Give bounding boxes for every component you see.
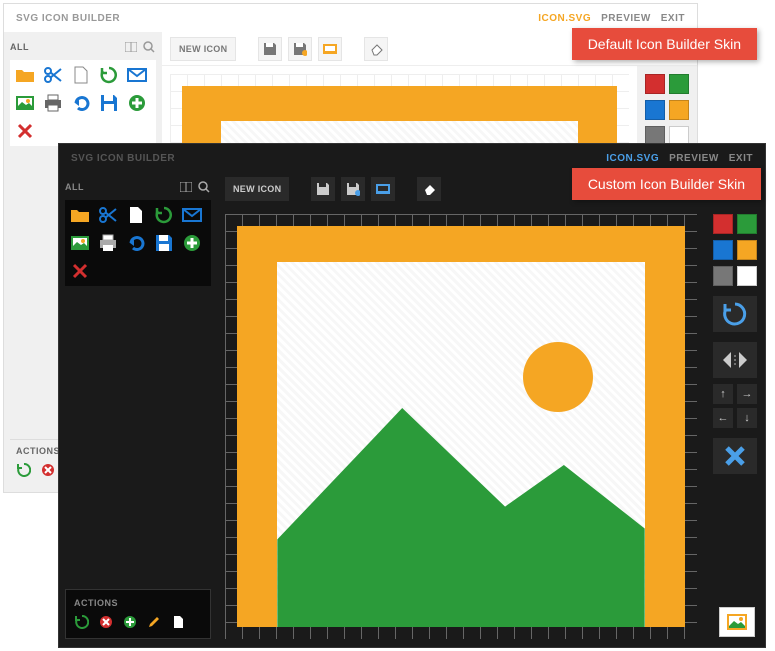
print-icon[interactable] bbox=[97, 232, 119, 254]
flip-button[interactable] bbox=[713, 342, 757, 378]
add-icon[interactable] bbox=[181, 232, 203, 254]
icon-library bbox=[65, 200, 211, 286]
swatch-green[interactable] bbox=[669, 74, 689, 94]
badge-default: Default Icon Builder Skin bbox=[572, 28, 757, 60]
action-refresh-icon[interactable] bbox=[74, 614, 90, 630]
swatch-red[interactable] bbox=[713, 214, 733, 234]
swatch-red[interactable] bbox=[645, 74, 665, 94]
artwork bbox=[237, 226, 685, 627]
palette-bar: ↑ → ← ↓ bbox=[705, 206, 765, 647]
file-icon[interactable] bbox=[125, 204, 147, 226]
folder-icon[interactable] bbox=[69, 204, 91, 226]
actions-title: ACTIONS bbox=[74, 598, 118, 608]
swatch-white[interactable] bbox=[737, 266, 757, 286]
app-window-custom: SVG ICON BUILDER ICON.SVG PREVIEW EXIT A… bbox=[58, 143, 766, 648]
action-file-icon[interactable] bbox=[170, 614, 186, 630]
action-edit-icon[interactable] bbox=[146, 614, 162, 630]
app-title: SVG ICON BUILDER bbox=[16, 13, 120, 24]
refresh-icon[interactable] bbox=[98, 64, 120, 86]
badge-custom: Custom Icon Builder Skin bbox=[572, 168, 761, 200]
collapse-icon[interactable] bbox=[179, 180, 193, 194]
close-icon[interactable] bbox=[69, 260, 91, 282]
image-icon[interactable] bbox=[14, 92, 36, 114]
link-exit[interactable]: EXIT bbox=[729, 153, 753, 164]
swatch-blue[interactable] bbox=[713, 240, 733, 260]
save-button-icon[interactable] bbox=[258, 37, 282, 61]
refresh-icon[interactable] bbox=[153, 204, 175, 226]
action-refresh-icon[interactable] bbox=[16, 462, 32, 478]
link-icon-svg[interactable]: ICON.SVG bbox=[606, 153, 659, 164]
nudge-left-icon[interactable]: ← bbox=[713, 408, 733, 428]
folder-icon[interactable] bbox=[14, 64, 36, 86]
add-icon[interactable] bbox=[126, 92, 148, 114]
preview-thumbnail[interactable] bbox=[719, 607, 755, 637]
mail-icon[interactable] bbox=[126, 64, 148, 86]
actions-title: ACTIONS bbox=[16, 446, 60, 456]
new-icon-button[interactable]: NEW ICON bbox=[225, 177, 289, 201]
nudge-right-icon[interactable]: → bbox=[737, 384, 757, 404]
link-exit[interactable]: EXIT bbox=[661, 13, 685, 24]
save-as-button-icon[interactable] bbox=[341, 177, 365, 201]
icon-library bbox=[10, 60, 156, 146]
save-as-button-icon[interactable] bbox=[288, 37, 312, 61]
save-button-icon[interactable] bbox=[311, 177, 335, 201]
clear-button[interactable] bbox=[713, 438, 757, 474]
search-icon[interactable] bbox=[197, 180, 211, 194]
undo-icon[interactable] bbox=[70, 92, 92, 114]
swatch-green[interactable] bbox=[737, 214, 757, 234]
nudge-up-icon[interactable]: ↑ bbox=[713, 384, 733, 404]
link-icon-svg[interactable]: ICON.SVG bbox=[538, 13, 591, 24]
export-button-icon[interactable] bbox=[318, 37, 342, 61]
eraser-button-icon[interactable] bbox=[417, 177, 441, 201]
swatch-blue[interactable] bbox=[645, 100, 665, 120]
scissors-icon[interactable] bbox=[42, 64, 64, 86]
nudge-down-icon[interactable]: ↓ bbox=[737, 408, 757, 428]
canvas[interactable] bbox=[217, 206, 705, 647]
swatch-orange[interactable] bbox=[737, 240, 757, 260]
rotate-button[interactable] bbox=[713, 296, 757, 332]
image-icon[interactable] bbox=[69, 232, 91, 254]
eraser-button-icon[interactable] bbox=[364, 37, 388, 61]
save-icon[interactable] bbox=[98, 92, 120, 114]
file-icon[interactable] bbox=[70, 64, 92, 86]
app-title: SVG ICON BUILDER bbox=[71, 153, 175, 164]
link-preview[interactable]: PREVIEW bbox=[669, 153, 719, 164]
mail-icon[interactable] bbox=[181, 204, 203, 226]
search-icon[interactable] bbox=[142, 40, 156, 54]
nudge-controls: ↑ → ← ↓ bbox=[713, 384, 757, 428]
link-preview[interactable]: PREVIEW bbox=[601, 13, 651, 24]
action-delete-icon[interactable] bbox=[40, 462, 56, 478]
scissors-icon[interactable] bbox=[97, 204, 119, 226]
export-button-icon[interactable] bbox=[371, 177, 395, 201]
action-delete-icon[interactable] bbox=[98, 614, 114, 630]
close-icon[interactable] bbox=[14, 120, 36, 142]
sidebar: ALL ACTIONS bbox=[59, 172, 217, 647]
sidebar-title: ALL bbox=[65, 182, 84, 192]
swatch-orange[interactable] bbox=[669, 100, 689, 120]
action-add-icon[interactable] bbox=[122, 614, 138, 630]
undo-icon[interactable] bbox=[125, 232, 147, 254]
actions-panel: ACTIONS bbox=[65, 589, 211, 639]
new-icon-button[interactable]: NEW ICON bbox=[170, 37, 236, 61]
print-icon[interactable] bbox=[42, 92, 64, 114]
save-icon[interactable] bbox=[153, 232, 175, 254]
sidebar-title: ALL bbox=[10, 42, 29, 52]
collapse-icon[interactable] bbox=[124, 40, 138, 54]
swatch-gray[interactable] bbox=[713, 266, 733, 286]
